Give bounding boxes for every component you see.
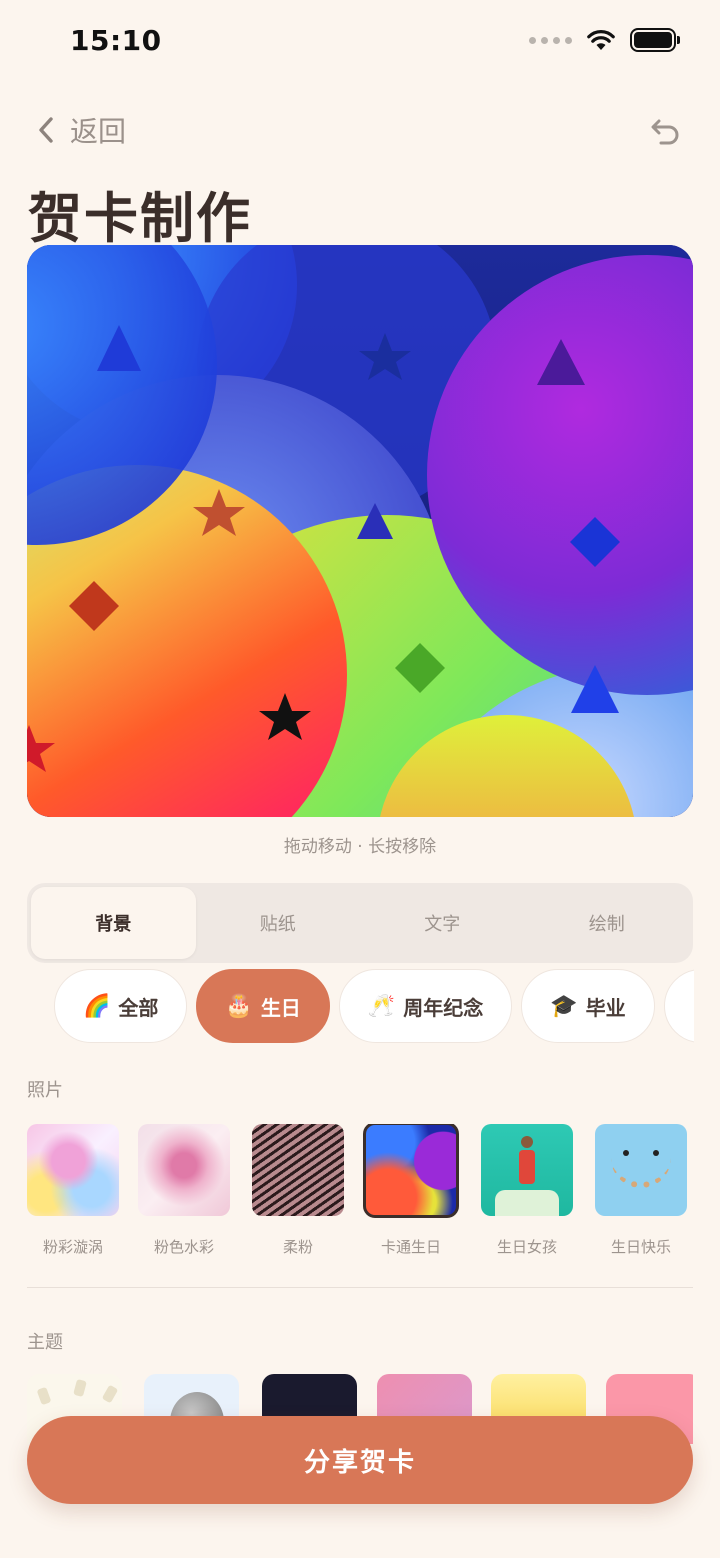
photo-label: 生日女孩 [496, 1238, 557, 1254]
photo-item[interactable]: 生日快乐 [595, 1124, 687, 1254]
photo-item[interactable]: 卡通生日 [363, 1124, 459, 1254]
status-icons [529, 28, 680, 52]
chip-label: 生日 [260, 995, 301, 1020]
card-background-image [27, 245, 693, 817]
battery-icon [630, 28, 680, 52]
photo-thumbnail[interactable] [595, 1124, 687, 1216]
tab-background[interactable]: 背景 [31, 887, 196, 959]
photo-item[interactable]: 粉彩漩涡 [27, 1124, 119, 1254]
photo-label: 生日快乐 [610, 1238, 671, 1254]
photo-thumbnail[interactable] [27, 1124, 119, 1216]
chip-birthday[interactable]: 🎂 生日 [196, 969, 330, 1043]
nav-bar: 返回 [36, 108, 684, 152]
signal-icon [529, 36, 572, 44]
section-divider [27, 1287, 693, 1288]
photo-label: 柔粉 [282, 1238, 313, 1254]
chip-graduation[interactable]: 🎓 毕业 [521, 969, 655, 1043]
back-label: 返回 [70, 115, 127, 148]
chevron-left-icon [39, 117, 53, 143]
back-button[interactable]: 返回 [36, 110, 126, 150]
status-time: 15:10 [70, 24, 162, 57]
chip-label: 毕业 [585, 995, 626, 1020]
chip-label: 全部 [118, 995, 159, 1020]
wifi-icon [587, 30, 615, 50]
chip-all[interactable]: 🌈 全部 [54, 969, 188, 1043]
photo-thumbnail[interactable] [252, 1124, 344, 1216]
themes-section-label: 主题 [27, 1332, 63, 1353]
photo-label: 粉色水彩 [153, 1238, 214, 1254]
photo-thumbnail-selected[interactable] [363, 1124, 459, 1218]
status-bar: 15:10 [0, 0, 720, 84]
tab-text[interactable]: 文字 [360, 887, 525, 959]
share-card-button[interactable]: 分享贺卡 [27, 1416, 693, 1504]
card-canvas[interactable] [27, 245, 693, 817]
photo-item[interactable]: 生日女孩 [481, 1124, 573, 1254]
graduation-cap-icon: 🎓 [550, 993, 578, 1019]
photo-thumbnail[interactable] [481, 1124, 573, 1216]
party-popper-icon: 🎉 [693, 994, 694, 1019]
photo-list: 粉彩漩涡 粉色水彩 柔粉 卡通生日 生日女孩 生日快乐 [27, 1124, 693, 1254]
photo-thumbnail[interactable] [138, 1124, 230, 1216]
photo-label: 卡通生日 [380, 1238, 441, 1254]
tab-draw[interactable]: 绘制 [525, 887, 690, 959]
cake-icon: 🎂 [225, 993, 253, 1019]
tab-stickers[interactable]: 贴纸 [196, 887, 361, 959]
canvas-hint: 拖动移动 · 长按移除 [283, 837, 437, 857]
rainbow-icon: 🌈 [83, 993, 111, 1019]
page-title: 贺卡制作 [28, 187, 252, 250]
champagne-icon: 🥂 [367, 993, 396, 1019]
photo-label: 粉彩漩涡 [42, 1238, 103, 1254]
chip-anniversary[interactable]: 🥂 周年纪念 [338, 969, 513, 1043]
photo-item[interactable]: 粉色水彩 [138, 1124, 230, 1254]
photo-item[interactable]: 柔粉 [252, 1124, 344, 1254]
undo-icon[interactable] [648, 112, 684, 148]
chip-party[interactable]: 🎉 [663, 969, 694, 1043]
category-chips: 🌈 全部 🎂 生日 🥂 周年纪念 🎓 毕业 🎉 [54, 969, 694, 1045]
editor-tabs: 背景 贴纸 文字 绘制 [27, 883, 693, 963]
chip-label: 周年纪念 [403, 995, 484, 1020]
photos-section-label: 照片 [27, 1080, 63, 1101]
